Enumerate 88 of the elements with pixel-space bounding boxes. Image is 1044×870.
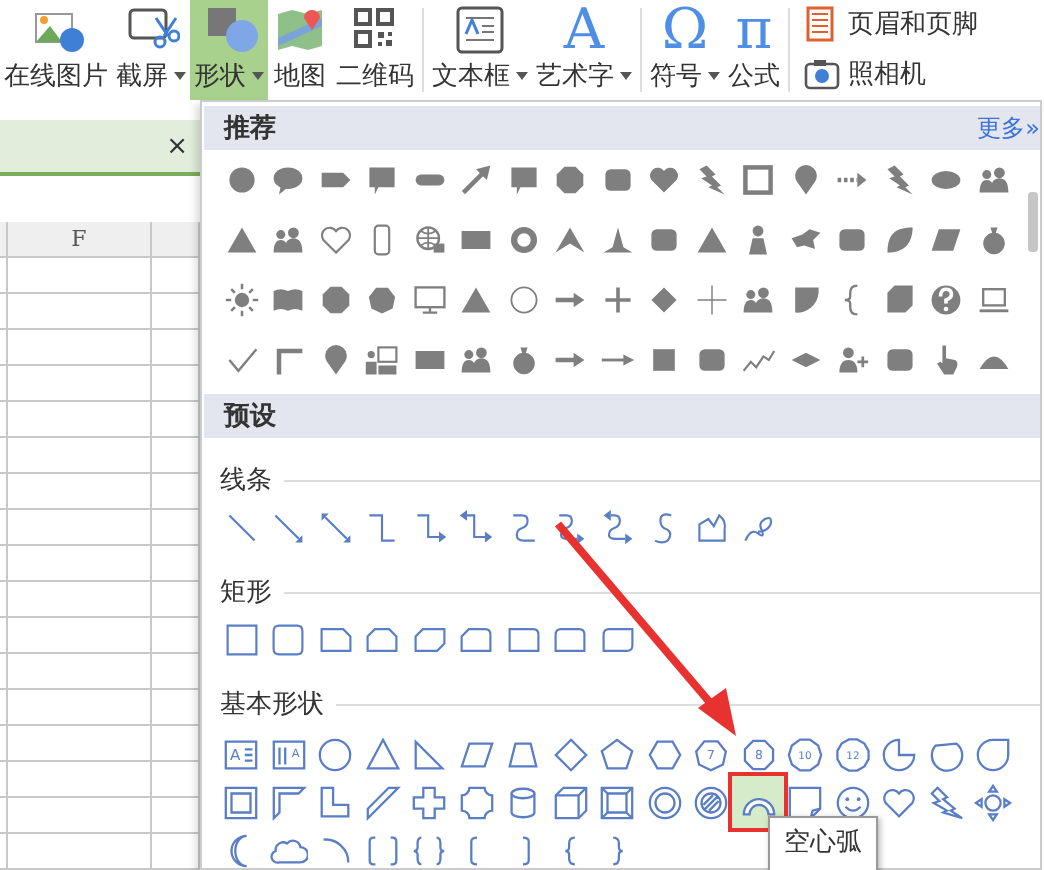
qr-button[interactable]: 二维码 (332, 0, 418, 100)
header-footer-button[interactable]: 页眉和页脚 (802, 4, 978, 44)
camera-button[interactable]: 照相机 (802, 54, 978, 94)
textbox-button[interactable]: 文本框 (428, 0, 532, 100)
laptop-icon[interactable] (975, 282, 1012, 318)
curved-double-arrow-icon[interactable] (599, 510, 636, 546)
camera-icon (802, 54, 842, 94)
rectangle-icon[interactable] (223, 622, 260, 658)
chart-icon[interactable] (364, 342, 401, 378)
triangle-icon[interactable] (693, 222, 730, 258)
person-plus-icon[interactable] (834, 342, 871, 378)
frame-icon[interactable] (740, 162, 777, 198)
circle-outline-icon[interactable] (505, 282, 542, 318)
grid-cell (8, 834, 152, 870)
group-title: 矩形 (220, 576, 272, 610)
grid-cell (8, 402, 152, 438)
rounded-rectangle-icon[interactable] (505, 622, 542, 658)
sun-icon[interactable] (223, 282, 260, 318)
octagon-icon[interactable] (552, 162, 589, 198)
people-icon[interactable] (458, 342, 495, 378)
double-arrow-icon[interactable] (317, 510, 354, 546)
grid-cell (8, 726, 152, 762)
group-title: 线条 (220, 464, 272, 498)
grid-cell (8, 474, 152, 510)
elbow-double-arrow-icon[interactable] (458, 510, 495, 546)
group-title: 基本形状 (220, 688, 324, 722)
symbol-button[interactable]: π 公式 (724, 0, 784, 100)
close-button[interactable]: × (166, 131, 188, 161)
triangle-icon[interactable] (458, 282, 495, 318)
people-icon[interactable] (740, 282, 777, 318)
arrow-icon[interactable] (270, 510, 307, 546)
column-header (0, 222, 8, 258)
chevron-icon[interactable] (552, 222, 589, 258)
grid-cell (8, 258, 152, 294)
symbol-button[interactable]: Ω 符号 (646, 0, 724, 100)
section-title: 推荐 (224, 112, 276, 146)
rounded-rectangle-icon[interactable] (270, 622, 307, 658)
letter-a-icon: A (563, 2, 605, 58)
block-arc-icon[interactable] (732, 776, 785, 828)
grid-cell (8, 294, 152, 330)
leaf-icon[interactable] (881, 222, 918, 258)
question-icon[interactable] (928, 282, 965, 318)
line-icon[interactable] (223, 510, 260, 546)
more-link[interactable]: 更多» (977, 111, 1040, 145)
globe-icon[interactable] (411, 222, 448, 258)
callout-icon[interactable] (364, 162, 401, 198)
cube-icon[interactable] (881, 282, 918, 318)
scrollbar-thumb[interactable] (1028, 192, 1038, 252)
triangle-icon[interactable] (223, 222, 260, 258)
monitor-icon[interactable] (411, 282, 448, 318)
thin-plus-icon[interactable] (693, 282, 730, 318)
heart-outline-icon[interactable] (317, 222, 354, 258)
heptagon-icon[interactable] (364, 282, 401, 318)
symbol-icon: π (735, 2, 773, 58)
elbow-connector-icon[interactable] (364, 510, 401, 546)
check-icon[interactable] (223, 342, 260, 378)
grid-cell (8, 510, 152, 546)
column-header: F (8, 222, 152, 258)
people-icon[interactable] (975, 162, 1012, 198)
freeform-icon[interactable] (693, 510, 730, 546)
map-button[interactable]: 地图 (268, 0, 332, 100)
diagonal-arrow-icon[interactable] (458, 162, 495, 198)
grid-cell (8, 366, 152, 402)
grid-cell (8, 798, 152, 834)
shapes-button[interactable]: 形状 (190, 0, 268, 100)
people-icon[interactable] (270, 222, 307, 258)
circle-icon[interactable] (223, 162, 260, 198)
online-picture-button[interactable]: 在线图片 (0, 0, 112, 100)
grid-cell (8, 546, 152, 582)
rounded-rectangle-icon[interactable] (599, 622, 636, 658)
symbol-icon: Ω (661, 2, 709, 58)
grid-cell (8, 654, 152, 690)
grid-cell (8, 762, 152, 798)
grid-cell (8, 330, 152, 366)
speech-bubble-icon[interactable] (270, 162, 307, 198)
ring-icon[interactable] (505, 222, 542, 258)
symbol-button[interactable]: A 艺术字 (532, 0, 636, 100)
plus-icon[interactable] (599, 282, 636, 318)
callout-icon[interactable] (505, 162, 542, 198)
section-title: 预设 (224, 400, 276, 434)
rounded-rectangle-icon[interactable] (552, 622, 589, 658)
grid-cell (8, 438, 152, 474)
grid-cell (8, 618, 152, 654)
heart-icon[interactable] (646, 162, 683, 198)
elbow-arrow-icon[interactable] (411, 510, 448, 546)
octagon-icon[interactable] (317, 282, 354, 318)
grid-cell (8, 582, 152, 618)
grid-cell (8, 690, 152, 726)
